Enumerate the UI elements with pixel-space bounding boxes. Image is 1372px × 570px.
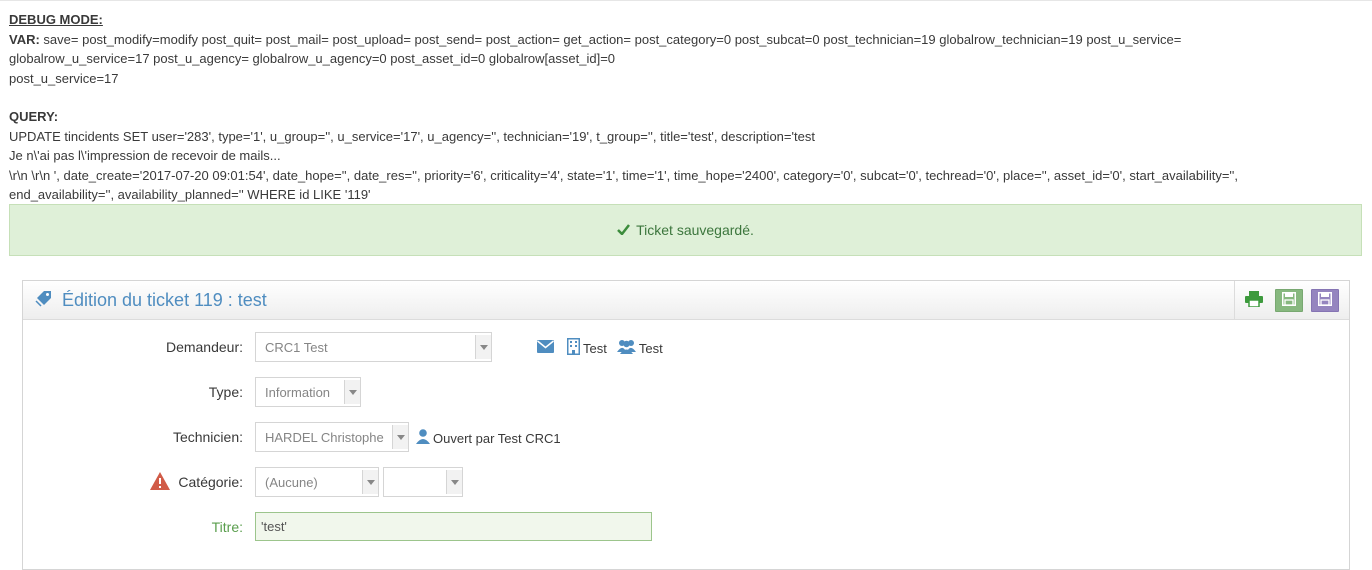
debug-var-line: save= post_modify=modify post_quit= post… bbox=[39, 31, 1182, 47]
titre-label: Titre: bbox=[211, 519, 243, 535]
print-icon bbox=[1245, 290, 1263, 310]
tag-icon bbox=[35, 289, 62, 312]
categorie-select[interactable]: (Aucune) bbox=[255, 467, 379, 497]
success-alert: Ticket sauvegardé. bbox=[9, 204, 1362, 256]
opened-by-info: Ouvert par Test CRC1 bbox=[416, 429, 561, 447]
widget-title-text: Édition du ticket 119 : test bbox=[62, 290, 267, 310]
chevron-down-icon bbox=[446, 470, 462, 494]
save-icon bbox=[1282, 291, 1296, 309]
alert-message: Ticket sauvegardé. bbox=[636, 222, 754, 238]
demandeur-value: CRC1 Test bbox=[265, 340, 328, 355]
debug-var-line: globalrow_u_service=17 post_u_agency= gl… bbox=[9, 51, 616, 66]
debug-query-line: end_availability='', availability_planne… bbox=[9, 187, 371, 202]
save-button[interactable] bbox=[1275, 288, 1303, 312]
envelope-icon[interactable] bbox=[537, 340, 557, 356]
technicien-label: Technicien: bbox=[172, 429, 243, 445]
categorie-value: (Aucune) bbox=[265, 475, 318, 490]
titre-input[interactable]: 'test' bbox=[255, 512, 652, 541]
opened-by-text: Ouvert par Test CRC1 bbox=[433, 430, 561, 446]
technicien-value: HARDEL Christophe bbox=[265, 430, 384, 445]
chevron-down-icon bbox=[392, 425, 408, 449]
user-icon bbox=[416, 429, 433, 447]
top-border bbox=[0, 0, 1372, 1]
chevron-down-icon bbox=[344, 380, 360, 404]
demandeur-info: Test Test bbox=[537, 338, 663, 358]
service-text: Test bbox=[583, 340, 607, 356]
widget-title: Édition du ticket 119 : test bbox=[35, 289, 267, 312]
chevron-down-icon bbox=[362, 470, 378, 494]
demandeur-select[interactable]: CRC1 Test bbox=[255, 332, 492, 362]
demandeur-label: Demandeur: bbox=[165, 339, 243, 355]
group-text: Test bbox=[638, 340, 663, 356]
categorie-label: Catégorie: bbox=[178, 474, 243, 490]
type-value: Information bbox=[265, 385, 331, 400]
titre-value: 'test' bbox=[261, 519, 287, 534]
debug-title: DEBUG MODE: bbox=[9, 12, 103, 27]
technicien-select[interactable]: HARDEL Christophe bbox=[255, 422, 409, 452]
debug-query-label: QUERY: bbox=[9, 109, 59, 124]
debug-var-line: post_u_service=17 bbox=[9, 70, 119, 86]
check-icon bbox=[617, 222, 631, 238]
building-icon bbox=[567, 338, 583, 358]
debug-query-line: Je n\'ai pas l\'impression de recevoir d… bbox=[9, 148, 281, 163]
type-select[interactable]: Information bbox=[255, 377, 361, 407]
debug-query-line: UPDATE tincidents SET user='283', type='… bbox=[9, 128, 815, 144]
save-quit-button[interactable] bbox=[1311, 288, 1339, 312]
debug-query-line: \r\n \r\n ', date_create='2017-07-20 09:… bbox=[9, 167, 1239, 183]
debug-var-label: VAR: bbox=[9, 31, 40, 47]
subcategorie-select[interactable] bbox=[383, 467, 463, 497]
widget-toolbar bbox=[1234, 281, 1349, 319]
chevron-down-icon bbox=[475, 335, 491, 359]
print-button[interactable] bbox=[1243, 289, 1265, 312]
debug-panel: DEBUG MODE: VAR: save= post_modify=modif… bbox=[9, 10, 1359, 205]
type-label: Type: bbox=[208, 384, 243, 400]
save-quit-icon bbox=[1318, 291, 1332, 309]
users-icon bbox=[616, 339, 639, 357]
widget-header: Édition du ticket 119 : test bbox=[23, 281, 1349, 320]
